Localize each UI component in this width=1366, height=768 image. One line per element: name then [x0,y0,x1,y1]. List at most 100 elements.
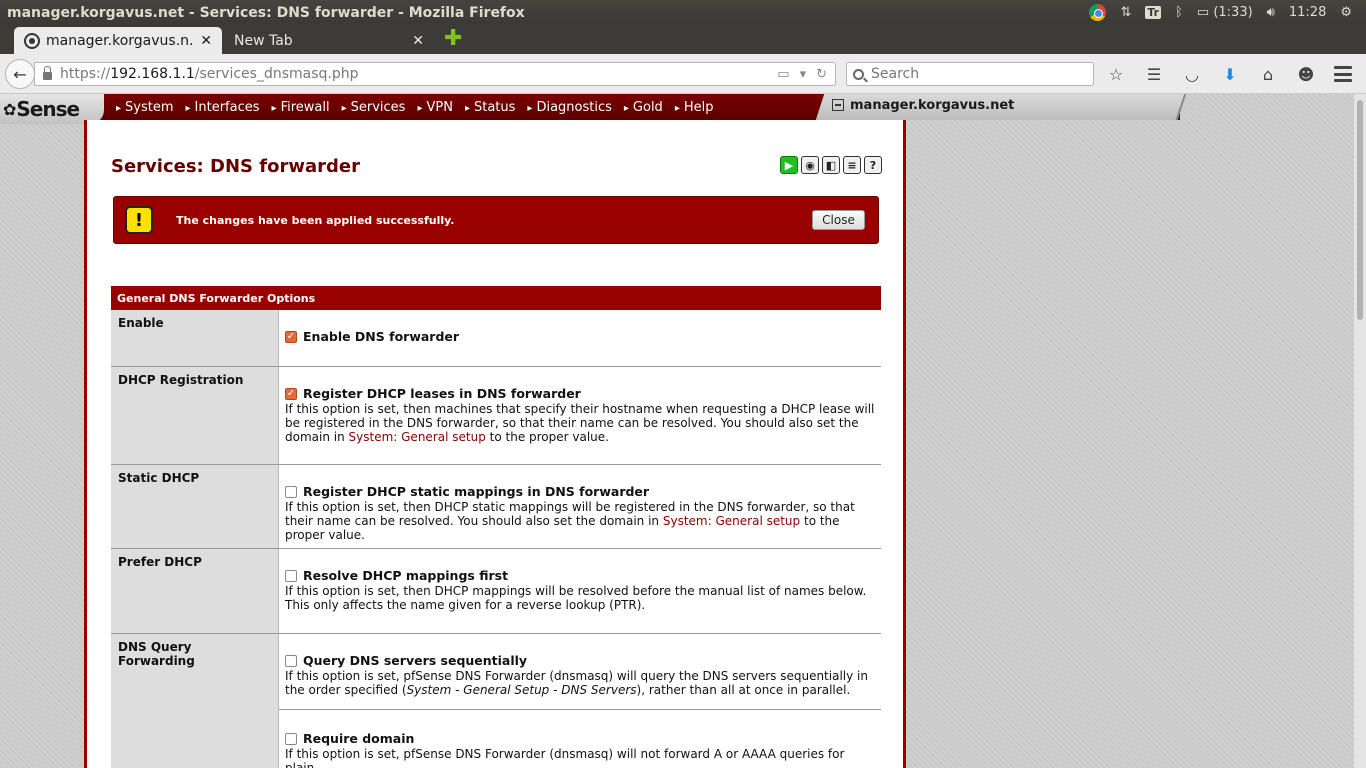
list-icon[interactable]: ≡ [843,156,861,174]
menu-status[interactable]: Status [465,100,515,115]
static-dhcp-checkbox[interactable] [285,486,297,498]
require-domain-checkbox[interactable] [285,733,297,745]
description-end: to the proper value. [489,430,609,444]
close-tab-icon[interactable]: ✕ [412,33,424,49]
menu-firewall[interactable]: Firewall [272,100,330,115]
menu-interfaces[interactable]: Interfaces [186,100,260,115]
bluetooth-icon[interactable]: ᛒ [1175,5,1183,20]
hostname-text: manager.korgavus.net [850,97,1015,113]
success-alert: ! The changes have been applied successf… [113,196,879,244]
bookmark-star-icon[interactable]: ☆ [1104,62,1128,86]
row-label: DNS Query Forwarding [111,634,279,768]
page-viewport: ✿Sense System Interfaces Firewall Servic… [0,94,1354,768]
search-input[interactable] [871,66,1071,82]
play-icon[interactable]: ▶ [780,156,798,174]
menu-help[interactable]: Help [675,100,714,115]
row-label: Prefer DHCP [111,549,279,633]
tab-bar: manager.korgavus.n... ✕ New Tab ✕ ✚ [0,25,1366,54]
menu-services[interactable]: Services [342,100,406,115]
tab-manager[interactable]: manager.korgavus.n... ✕ [14,27,222,54]
bookmarks-list-icon[interactable]: ☰ [1142,62,1166,86]
hamburger-menu-icon[interactable] [1334,66,1352,82]
system-tray: ⇅ Tr ᛒ ▭ (1:33) 🔊︎ 11:28 ⚙ [1089,4,1366,21]
alert-message: The changes have been applied successful… [176,213,455,227]
url-bar[interactable]: https://192.168.1.1/services_dnsmasq.php… [34,62,836,86]
keyboard-layout-icon[interactable]: Tr [1145,6,1162,19]
checkbox-label: Register DHCP leases in DNS forwarder [303,386,581,401]
clock[interactable]: 11:28 [1289,5,1326,20]
pocket-icon[interactable]: ◡ [1180,62,1204,86]
menu-gold[interactable]: Gold [624,100,663,115]
home-icon[interactable]: ⌂ [1256,62,1280,86]
search-bar[interactable] [846,62,1094,86]
scrollbar-thumb[interactable] [1357,100,1363,320]
network-icon [832,99,844,111]
dhcp-registration-checkbox[interactable]: ✓ [285,388,297,400]
close-tab-icon[interactable]: ✕ [200,33,212,49]
url-prefix: https:// [60,66,111,82]
lock-icon[interactable] [43,66,52,80]
description: If this option is set, then DHCP mapping… [285,584,867,612]
log-icon[interactable]: ◧ [822,156,840,174]
menu-vpn[interactable]: VPN [417,100,452,115]
description-emphasis: System - General Setup - DNS Servers [406,683,637,697]
menu-system[interactable]: System [116,100,173,115]
new-tab-plus-icon[interactable]: ✚ [444,28,462,50]
status-icon[interactable]: ◉ [801,156,819,174]
pfsense-favicon-icon [24,32,40,49]
hostname-label[interactable]: manager.korgavus.net [832,94,1014,116]
checkbox-label: Register DHCP static mappings in DNS for… [303,484,650,499]
navigation-bar: ← https://192.168.1.1/services_dnsmasq.p… [0,54,1366,94]
row-label: DHCP Registration [111,367,279,464]
help-icon[interactable]: ? [864,156,882,174]
battery-icon: ▭ [1196,5,1210,20]
toolbar-icons: ☆ ☰ ◡ ⬇ ⌂ ☻ [1104,62,1318,86]
table-row: Enable ✓ Enable DNS forwarder [111,310,881,367]
battery-indicator[interactable]: ▭ (1:33) [1197,5,1253,20]
network-arrows-icon[interactable]: ⇅ [1120,5,1131,20]
back-arrow-icon[interactable]: ← [5,59,35,89]
settings-gear-icon[interactable]: ⚙ [1340,5,1352,20]
menu-diagnostics[interactable]: Diagnostics [527,100,611,115]
page-title: Services: DNS forwarder [111,156,360,177]
general-setup-link[interactable]: System: General setup [349,430,486,444]
dropdown-arrow-icon[interactable]: ▾ [800,67,807,82]
download-icon[interactable]: ⬇ [1218,62,1242,86]
warning-icon: ! [125,206,153,234]
checkbox-label: Query DNS servers sequentially [303,653,528,668]
logo-text: Sense [16,97,80,121]
tab-label: manager.korgavus.n... [46,32,195,49]
table-row: DNS Query Forwarding Query DNS servers s… [111,634,881,768]
volume-icon[interactable]: 🔊︎ [1267,5,1275,20]
pfsense-logo-icon: ✿ [3,99,16,119]
options-table: General DNS Forwarder Options Enable ✓ E… [111,286,881,768]
description-end: ), rather than all at once in parallel. [636,683,851,697]
reader-view-icon[interactable]: ▭ [777,67,789,82]
checkbox-label: Enable DNS forwarder [303,329,460,344]
sequential-query-checkbox[interactable] [285,655,297,667]
chat-icon[interactable]: ☻ [1294,62,1318,86]
checkbox-label: Resolve DHCP mappings first [303,568,509,583]
vertical-scrollbar[interactable] [1354,94,1366,768]
table-row: DHCP Registration ✓ Register DHCP leases… [111,367,881,465]
reload-icon[interactable]: ↻ [816,67,827,82]
general-setup-link[interactable]: System: General setup [663,514,800,528]
url-host: 192.168.1.1 [110,66,195,82]
content-panel: Services: DNS forwarder ▶ ◉ ◧ ≡ ? ! The … [84,120,906,768]
checkbox-label: Require domain [303,731,415,746]
close-button[interactable]: Close [812,210,865,230]
url-path: /services_dnsmasq.php [194,66,359,82]
os-title-bar: manager.korgavus.net - Services: DNS for… [0,0,1366,25]
row-label: Enable [111,310,279,366]
table-row: Prefer DHCP Resolve DHCP mappings first … [111,549,881,634]
chrome-icon[interactable] [1089,4,1107,21]
title-icon-group: ▶ ◉ ◧ ≡ ? [780,156,882,174]
tab-label: New Tab [234,32,293,49]
battery-time: (1:33) [1213,5,1253,20]
tab-new-tab[interactable]: New Tab ✕ [224,27,434,54]
enable-checkbox[interactable]: ✓ [285,331,297,343]
row-label: Static DHCP [111,465,279,548]
table-row: Static DHCP Register DHCP static mapping… [111,465,881,549]
section-header: General DNS Forwarder Options [111,286,881,310]
prefer-dhcp-checkbox[interactable] [285,570,297,582]
